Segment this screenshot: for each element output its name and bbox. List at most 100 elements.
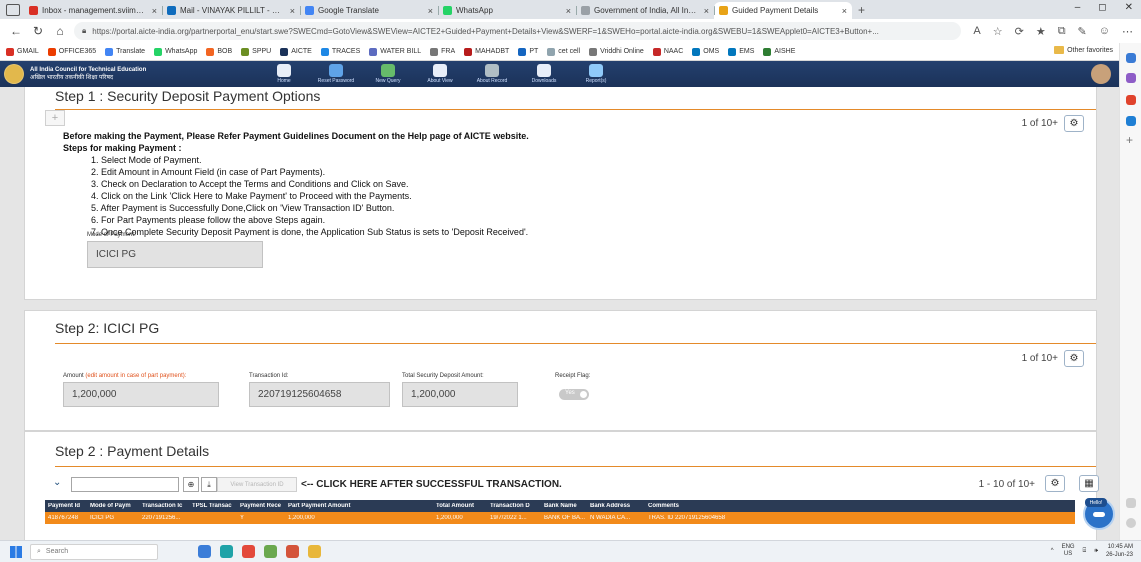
bookmark-item[interactable]: WATER BILL: [369, 47, 421, 56]
bookmark-item[interactable]: WhatsApp: [154, 47, 197, 56]
windows-start-icon[interactable]: [10, 545, 22, 558]
app-nav-item[interactable]: Reset Password: [310, 64, 362, 84]
chevron-down-icon[interactable]: ⌄: [53, 477, 61, 488]
app-nav-item[interactable]: About Record: [466, 64, 518, 84]
column-header[interactable]: TPSL Transac: [189, 503, 237, 509]
office-icon[interactable]: [1126, 95, 1136, 105]
files-icon[interactable]: [308, 545, 321, 558]
new-tab-button[interactable]: +: [858, 3, 865, 17]
close-tab-icon[interactable]: ×: [152, 6, 157, 16]
address-field[interactable]: 🔒︎ https://portal.aicte-india.org/partne…: [74, 22, 962, 40]
bookmark-item[interactable]: OFFICE365: [47, 47, 96, 56]
add-record-button[interactable]: +: [45, 110, 65, 126]
tools-icon[interactable]: [1126, 73, 1136, 83]
bookmark-item[interactable]: EMS: [728, 47, 754, 56]
close-tab-icon[interactable]: ×: [704, 6, 709, 16]
browser-tab[interactable]: Mail - VINAYAK PILLILT - Outlook ×: [162, 2, 300, 19]
download-button[interactable]: ⤓: [201, 477, 217, 492]
close-tab-icon[interactable]: ×: [428, 6, 433, 16]
bookmark-item[interactable]: MAHADBT: [464, 47, 509, 56]
search-input[interactable]: [71, 477, 179, 492]
table-row[interactable]: 418767248 ICICI PG 2207191256... Y 1,200,000…: [45, 512, 1075, 524]
search-button[interactable]: ⊕: [183, 477, 199, 492]
column-header[interactable]: Mode of Paym: [87, 503, 139, 509]
bookmark-item[interactable]: GMAIL: [6, 47, 39, 56]
app-nav-item[interactable]: Report(s): [570, 64, 622, 84]
file-explorer-icon[interactable]: [198, 545, 211, 558]
refresh-extension-icon[interactable]: ⟳: [1015, 25, 1024, 38]
read-aloud-icon[interactable]: A: [973, 25, 980, 37]
column-header[interactable]: Transaction Ic: [139, 503, 189, 509]
transaction-id-field[interactable]: 220719125604658: [249, 382, 390, 407]
app-nav-item[interactable]: Home: [258, 64, 310, 84]
column-header[interactable]: Transaction D: [487, 503, 541, 509]
favorite-star-icon[interactable]: ☆: [993, 25, 1003, 38]
store-icon[interactable]: [286, 545, 299, 558]
edge-icon[interactable]: [220, 545, 233, 558]
network-icon[interactable]: ⌸: [1083, 548, 1087, 555]
extension-icon[interactable]: ✎: [1078, 25, 1087, 38]
column-header[interactable]: Part Payment Amount: [285, 503, 433, 509]
sidebar-toggle-icon[interactable]: [1126, 498, 1136, 508]
bookmark-item[interactable]: Translate: [105, 47, 145, 56]
outlook-icon[interactable]: [1126, 116, 1136, 126]
column-header[interactable]: Payment Id: [45, 503, 87, 509]
other-favorites[interactable]: Other favorites: [1054, 46, 1113, 54]
app-nav-item[interactable]: About View: [414, 64, 466, 84]
chrome-icon[interactable]: [242, 545, 255, 558]
grid-layout-button[interactable]: ▦: [1079, 475, 1099, 492]
bookmark-item[interactable]: OMS: [692, 47, 719, 56]
view-transaction-id-button[interactable]: View Transaction ID: [217, 477, 297, 492]
step1-settings-button[interactable]: ⚙: [1064, 115, 1084, 132]
browser-tab[interactable]: Google Translate ×: [300, 2, 438, 19]
bookmark-item[interactable]: BOB: [206, 47, 232, 56]
total-deposit-field[interactable]: 1,200,000: [402, 382, 518, 407]
bookmark-item[interactable]: TRACES: [320, 47, 360, 56]
more-menu-icon[interactable]: ⋯: [1122, 25, 1133, 38]
favorites-icon[interactable]: ★: [1036, 25, 1046, 38]
column-header[interactable]: Bank Address: [587, 503, 645, 509]
refresh-icon[interactable]: ↻: [30, 24, 46, 38]
home-icon[interactable]: ⌂: [52, 24, 68, 38]
mail-icon[interactable]: [264, 545, 277, 558]
language-indicator[interactable]: ENG US: [1062, 544, 1075, 558]
amount-field[interactable]: 1,200,000: [63, 382, 219, 407]
app-nav-item[interactable]: Downloads: [518, 64, 570, 84]
bookmark-item[interactable]: AISHE: [763, 47, 795, 56]
search-icon[interactable]: [1126, 53, 1136, 63]
bookmark-item[interactable]: AICTE: [280, 47, 312, 56]
add-sidebar-icon[interactable]: +: [1126, 133, 1133, 147]
column-header[interactable]: Comments: [645, 503, 845, 509]
profile-icon[interactable]: ☺: [1099, 25, 1110, 37]
taskbar-search[interactable]: ⌕ Search: [30, 543, 158, 560]
close-tab-icon[interactable]: ×: [290, 6, 295, 16]
volume-icon[interactable]: 🕪︎: [1094, 548, 1098, 555]
mode-of-payment-field[interactable]: ICICI PG: [87, 241, 263, 268]
back-icon[interactable]: ←: [8, 24, 24, 38]
close-tab-icon[interactable]: ×: [842, 6, 847, 16]
bookmark-item[interactable]: NAAC: [652, 47, 683, 56]
minimize-icon[interactable]: –: [1075, 2, 1081, 13]
close-window-icon[interactable]: ✕: [1125, 2, 1133, 13]
bookmark-item[interactable]: FRA: [430, 47, 455, 56]
bookmark-item[interactable]: SPPU: [241, 47, 271, 56]
browser-tab[interactable]: WhatsApp ×: [438, 2, 576, 19]
app-nav-item[interactable]: New Query: [362, 64, 414, 84]
column-header[interactable]: Total Amount: [433, 503, 487, 509]
settings-gear-icon[interactable]: [1126, 518, 1136, 528]
lock-icon[interactable]: 🔒︎: [82, 26, 86, 36]
chevron-up-icon[interactable]: ^: [1051, 548, 1054, 554]
browser-tab[interactable]: Inbox - management.sviims@gm ×: [24, 2, 162, 19]
browser-tab[interactable]: Government of India, All India C ×: [576, 2, 714, 19]
bookmark-item[interactable]: cet cell: [547, 47, 580, 56]
grid-settings-button[interactable]: ⚙: [1045, 475, 1065, 492]
collections-icon[interactable]: ⧉: [1058, 25, 1066, 38]
bookmark-item[interactable]: PT: [518, 47, 538, 56]
bookmark-item[interactable]: Vriddhi Online: [589, 47, 644, 56]
clock[interactable]: 10:45 AM 26-Jun-23: [1106, 543, 1133, 559]
close-tab-icon[interactable]: ×: [566, 6, 571, 16]
step2-settings-button[interactable]: ⚙: [1064, 350, 1084, 367]
column-header[interactable]: Bank Name: [541, 503, 587, 509]
receipt-flag-toggle[interactable]: Yes: [559, 389, 589, 400]
browser-tab[interactable]: Guided Payment Details ×: [714, 2, 852, 19]
